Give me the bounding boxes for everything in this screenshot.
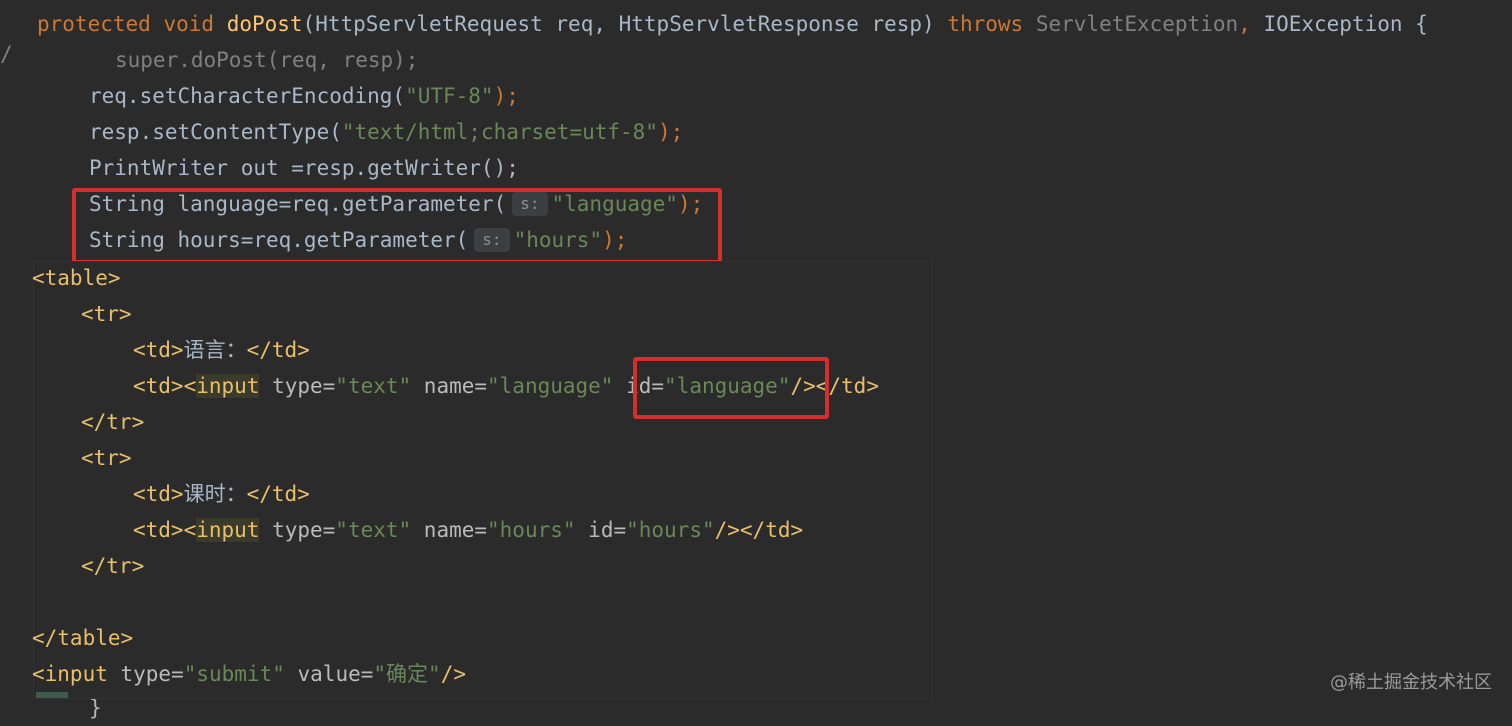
tag: <td>< xyxy=(133,374,197,398)
attr-name: name= xyxy=(411,518,488,542)
string-literal: "text/html;charset=utf-8" xyxy=(341,120,658,144)
watermark: @稀土掘金技术社区 xyxy=(1330,672,1492,693)
keyword: throws xyxy=(947,12,1024,36)
code-text: ); xyxy=(493,84,519,108)
code-text: req.setCharacterEncoding( xyxy=(89,84,406,108)
html-line-td-language-label: <td>语言：</td> xyxy=(133,332,310,368)
attr-name: type= xyxy=(259,374,336,398)
attr-name: type= xyxy=(259,518,336,542)
tag-input: input xyxy=(196,518,260,542)
html-line-table-open: <table> xyxy=(32,266,121,290)
tag-input: input xyxy=(196,374,260,398)
tag: <input xyxy=(32,662,108,686)
html-line-tr-open-2: <tr> xyxy=(81,446,132,470)
tag: </td> xyxy=(246,482,310,506)
exception-type: ServletException xyxy=(1035,12,1239,36)
highlight-box-get-parameter xyxy=(72,188,722,264)
keyword: void xyxy=(163,12,215,36)
html-line-table-close: </table> xyxy=(32,626,134,650)
highlight-box-id-attribute xyxy=(633,357,829,419)
keyword: protected xyxy=(37,12,151,36)
code-text: resp.setContentType( xyxy=(89,120,342,144)
code-text: ); xyxy=(657,120,684,144)
punct: , xyxy=(1238,12,1264,36)
attr-value: "text" xyxy=(335,518,412,542)
attr-value: "language" xyxy=(487,374,614,398)
tag: </td> xyxy=(246,338,310,362)
attr-value: "hours" xyxy=(487,518,576,542)
attr-name: value= xyxy=(284,662,374,686)
scroll-marker xyxy=(36,692,68,698)
code-line-set-encoding: req.setCharacterEncoding("UTF-8"); xyxy=(89,78,519,114)
attr-value: "确定" xyxy=(373,662,441,686)
code-line-super-call: super.doPost(req, resp); xyxy=(115,48,419,72)
code-line-get-writer: PrintWriter out =resp.getWriter(); xyxy=(89,156,519,180)
attr-name: name= xyxy=(411,374,488,398)
html-line-submit-input: <input type="submit" value="确定"/> xyxy=(32,656,466,692)
attr-value: "submit" xyxy=(183,662,285,686)
text: 课时： xyxy=(183,482,247,506)
tag: <td> xyxy=(133,482,184,506)
attr-value: "hours" xyxy=(626,518,715,542)
text: 语言： xyxy=(183,338,247,362)
exception-type: IOException { xyxy=(1263,12,1428,36)
code-line-set-content-type: resp.setContentType("text/html;charset=u… xyxy=(89,114,683,150)
html-line-tr-open: <tr> xyxy=(81,302,132,326)
string-literal: "UTF-8" xyxy=(405,84,494,108)
html-line-tr-close-2: </tr> xyxy=(81,554,145,578)
method-name: doPost xyxy=(226,12,303,36)
tag: <td> xyxy=(133,338,184,362)
tag: <td>< xyxy=(133,518,197,542)
html-line-td-hours-input: <td><input type="text" name="hours" id="… xyxy=(133,512,803,548)
params: (HttpServletRequest req, HttpServletResp… xyxy=(302,12,948,36)
html-preview-popup: <table> <tr> <td>语言：</td> <td><input typ… xyxy=(32,262,932,698)
html-line-tr-close: </tr> xyxy=(81,410,145,434)
attr-name: type= xyxy=(107,662,184,686)
tag: /></td> xyxy=(714,518,804,542)
gutter-mark: / xyxy=(0,42,13,66)
code-line-method-signature: protected void doPost(HttpServletRequest… xyxy=(37,6,1428,42)
attr-name: id= xyxy=(575,518,627,542)
attr-value: "text" xyxy=(335,374,412,398)
html-line-td-hours-label: <td>课时：</td> xyxy=(133,476,310,512)
tag: /> xyxy=(440,662,466,686)
